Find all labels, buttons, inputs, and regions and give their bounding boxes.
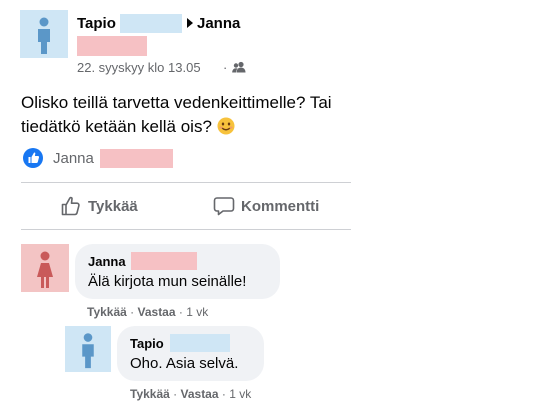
- reply-reply-link[interactable]: Vastaa: [181, 387, 219, 401]
- author-avatar[interactable]: [20, 10, 68, 58]
- comment-bubble-icon: [213, 197, 235, 216]
- arrow-right-icon: [187, 18, 193, 28]
- smile-emoji-icon: [217, 117, 235, 135]
- comment-time[interactable]: 1 vk: [186, 305, 208, 319]
- reply-separator: ·: [173, 387, 178, 401]
- post-text-fragment: tiedätkö ketään kellä ois?: [21, 117, 212, 136]
- thumbs-up-icon: [28, 152, 40, 163]
- comment-text: Älä kirjota mun seinälle!: [88, 273, 247, 290]
- like-button-label: Tykkää: [88, 197, 138, 215]
- friends-icon: [232, 61, 246, 73]
- redacted-surname: [131, 252, 197, 270]
- post-text: Olisko teillä tarvetta vedenkeittimelle?…: [21, 91, 541, 139]
- male-person-icon: [82, 333, 94, 369]
- reaction-name[interactable]: Janna: [53, 150, 94, 167]
- comment-like-link[interactable]: Tykkää: [87, 305, 127, 319]
- redacted-surname: [170, 334, 230, 352]
- comment-button-label: Kommentti: [241, 197, 320, 215]
- comment-author-name[interactable]: Janna: [88, 254, 126, 269]
- reply-separator: ·: [221, 387, 226, 401]
- divider: [21, 229, 351, 230]
- thumbs-up-outline-icon: [61, 196, 80, 216]
- comment-button[interactable]: Kommentti: [213, 194, 333, 218]
- comment-separator: ·: [130, 305, 135, 319]
- reply-text: Oho. Asia selvä.: [130, 355, 239, 372]
- redacted-surname: [120, 14, 182, 33]
- male-person-icon: [38, 17, 50, 54]
- reply-like-link[interactable]: Tykkää: [130, 387, 170, 401]
- redacted-surname: [100, 149, 173, 168]
- post-recipient-name[interactable]: Janna: [197, 15, 240, 32]
- reply-time[interactable]: 1 vk: [229, 387, 251, 401]
- commenter-avatar[interactable]: [21, 244, 69, 292]
- like-button[interactable]: Tykkää: [60, 194, 150, 218]
- post-author-name[interactable]: Tapio: [77, 15, 116, 32]
- meta-separator: ·: [223, 60, 228, 75]
- reply-actions: Tykkää · Vastaa · 1 vk: [130, 387, 251, 401]
- comment-reply-link[interactable]: Vastaa: [138, 305, 176, 319]
- female-person-icon: [37, 251, 53, 288]
- reply-author-name[interactable]: Tapio: [130, 336, 164, 351]
- post-timestamp[interactable]: 22. syyskyy klo 13.05: [77, 60, 201, 75]
- comment-actions: Tykkää · Vastaa · 1 vk: [87, 305, 208, 319]
- reply-avatar[interactable]: [65, 326, 111, 372]
- post-text-line-2: tiedätkö ketään kellä ois?: [21, 115, 541, 139]
- post-text-line: Olisko teillä tarvetta vedenkeittimelle?…: [21, 93, 332, 112]
- divider: [21, 182, 351, 183]
- redacted-surname: [77, 36, 147, 56]
- comment-separator: ·: [178, 305, 183, 319]
- like-reaction-icon[interactable]: [23, 148, 43, 168]
